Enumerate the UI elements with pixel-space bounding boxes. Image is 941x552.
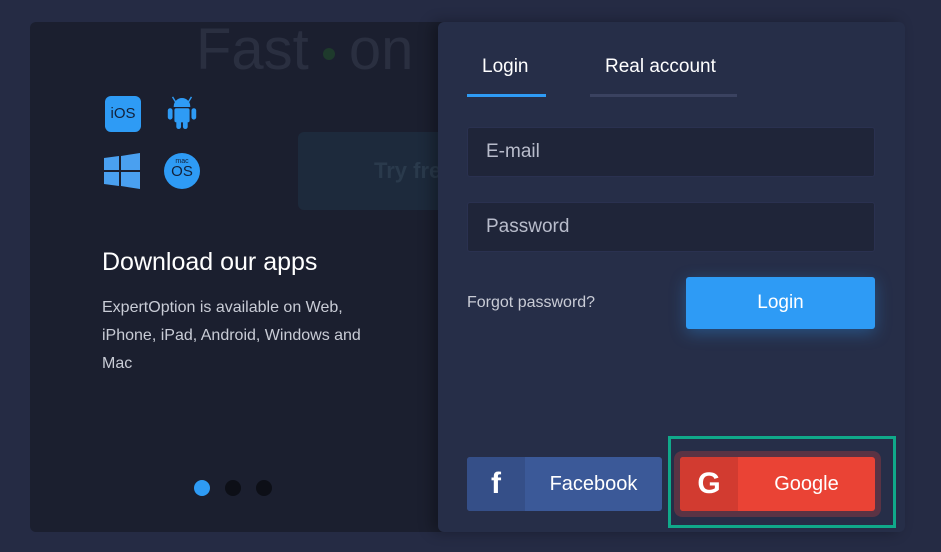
facebook-button[interactable]: f Facebook	[467, 457, 662, 511]
tab-login[interactable]: Login	[467, 56, 546, 97]
try-free-button-background: Try fre	[298, 132, 450, 210]
facebook-label: Facebook	[549, 472, 638, 495]
carousel-dot[interactable]	[194, 480, 210, 496]
carousel-dot[interactable]	[225, 480, 241, 496]
google-icon: G	[680, 457, 738, 511]
windows-icon[interactable]	[104, 153, 140, 189]
promo-text: ExpertOption is available on Web, iPhone…	[102, 299, 361, 372]
email-input[interactable]	[467, 127, 875, 177]
carousel-dot[interactable]	[256, 480, 272, 496]
forgot-password-link[interactable]: Forgot password?	[467, 294, 595, 312]
google-button[interactable]: G Google	[680, 457, 875, 511]
background-title: Fast on	[196, 22, 414, 82]
facebook-icon: f	[467, 457, 525, 511]
ios-icon[interactable]: iOS	[105, 96, 141, 132]
google-label: Google	[774, 472, 839, 495]
android-icon[interactable]	[164, 94, 200, 130]
tab-real-account[interactable]: Real account	[590, 56, 737, 97]
carousel-dots	[194, 480, 272, 496]
login-button[interactable]: Login	[686, 277, 875, 329]
promo-heading: Download our apps	[102, 248, 318, 276]
promo-panel: Fast on Try fre iOS mac OS Download our ap…	[30, 22, 450, 532]
macos-icon[interactable]: mac OS	[164, 153, 200, 189]
password-input[interactable]	[467, 202, 875, 252]
login-panel: Login Real account Forgot password? Logi…	[438, 22, 905, 532]
